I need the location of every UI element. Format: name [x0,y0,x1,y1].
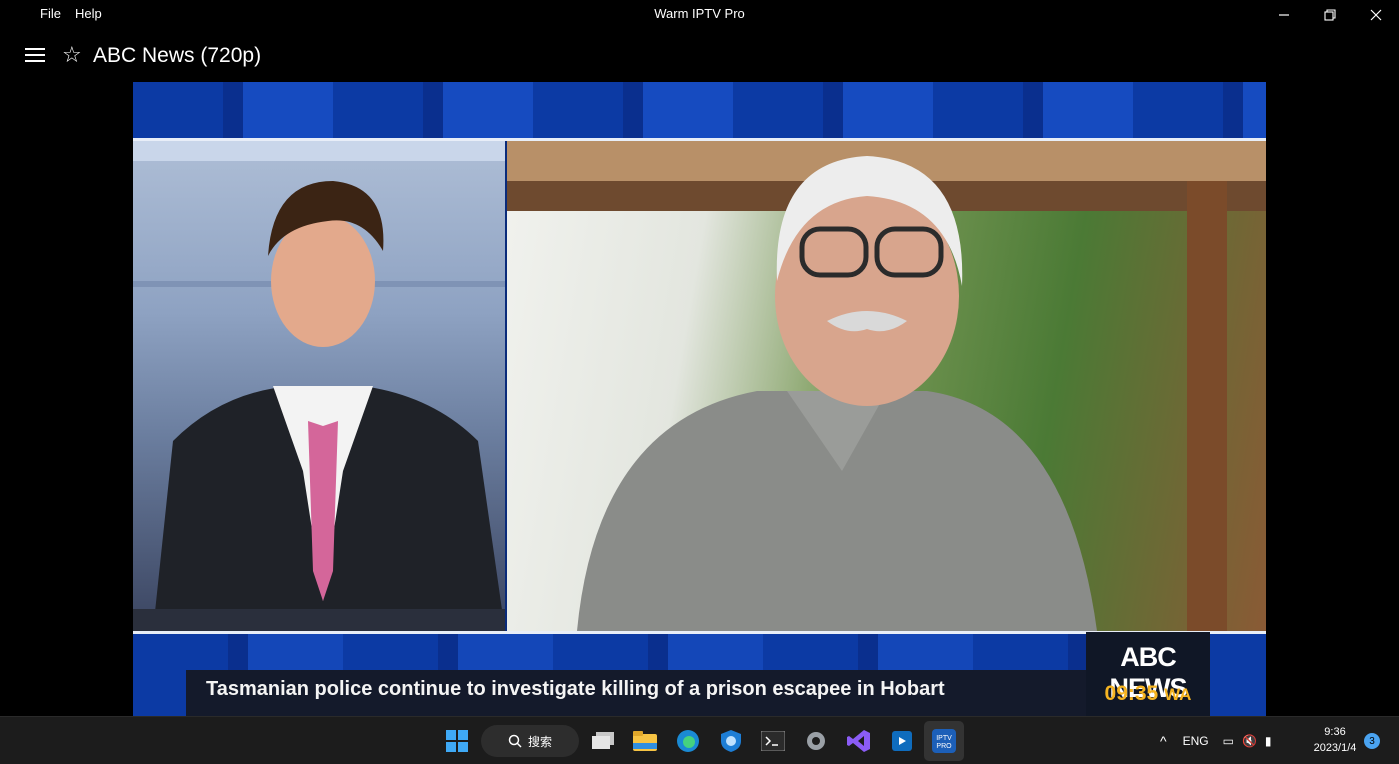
minimize-button[interactable] [1261,0,1307,30]
media-app-icon[interactable] [887,726,917,756]
on-screen-clock: 09:35 WA [1104,682,1192,705]
favorite-star-icon[interactable]: ☆ [62,42,82,68]
search-label: 搜索 [527,734,552,749]
abc-news-logo: ABC NEWS 09:35 WA [1086,632,1210,716]
windows-start-icon[interactable] [442,726,472,756]
volume-muted-icon[interactable]: 🔇 [1242,734,1257,748]
svg-text:IPTV: IPTV [936,735,952,742]
security-shield-icon[interactable] [716,726,746,756]
clock-date: 2023/1/4 [1313,742,1357,754]
settings-gear-icon[interactable] [801,726,831,756]
system-tray: ^ ENG ▭ 🔇 ▮ [1160,717,1272,764]
task-view-icon[interactable] [588,726,618,756]
notification-badge[interactable]: 3 [1364,733,1380,749]
anchor-panel [133,141,505,631]
clock-time: 9:36 [1324,726,1346,738]
hamburger-menu-icon[interactable] [25,48,45,64]
battery-icon[interactable]: ▮ [1265,734,1272,748]
restore-button[interactable] [1307,0,1353,30]
svg-text:PRO: PRO [936,743,952,750]
clock[interactable]: 9:36 2023/1/4 [1305,724,1365,756]
window-controls [1261,0,1399,30]
guest-figure [507,141,1266,631]
warm-iptv-taskbar-icon[interactable]: IPTV PRO [924,721,964,761]
taskbar-search[interactable]: 搜索 [481,725,579,757]
terminal-icon[interactable] [758,726,788,756]
search-icon [508,734,522,748]
restore-icon [1324,9,1336,21]
app-title: Warm IPTV Pro [654,6,745,21]
channel-header: ☆ ABC News (720p) [0,38,1399,74]
close-button[interactable] [1353,0,1399,30]
minimize-icon [1279,14,1289,16]
video-player[interactable]: Tasmanian police continue to investigate… [133,82,1266,716]
news-ticker: Tasmanian police continue to investigate… [186,670,1086,716]
channel-title: ABC News (720p) [93,44,262,67]
edge-browser-icon[interactable] [673,726,703,756]
language-indicator[interactable]: ENG [1183,734,1209,748]
anchor-figure [133,141,505,631]
visual-studio-icon[interactable] [844,726,874,756]
close-icon [1370,9,1382,21]
title-bar: File Help Warm IPTV Pro [0,0,1399,30]
file-explorer-icon[interactable] [630,726,660,756]
video-top-band [133,82,1266,138]
guest-panel [507,141,1266,631]
network-icon[interactable]: ▭ [1223,734,1234,748]
taskbar: 搜索 IPTV PRO ^ ENG ▭ 🔇 ▮ 9:36 2023/1/4 3 [0,716,1399,764]
chevron-up-icon[interactable]: ^ [1160,733,1167,749]
